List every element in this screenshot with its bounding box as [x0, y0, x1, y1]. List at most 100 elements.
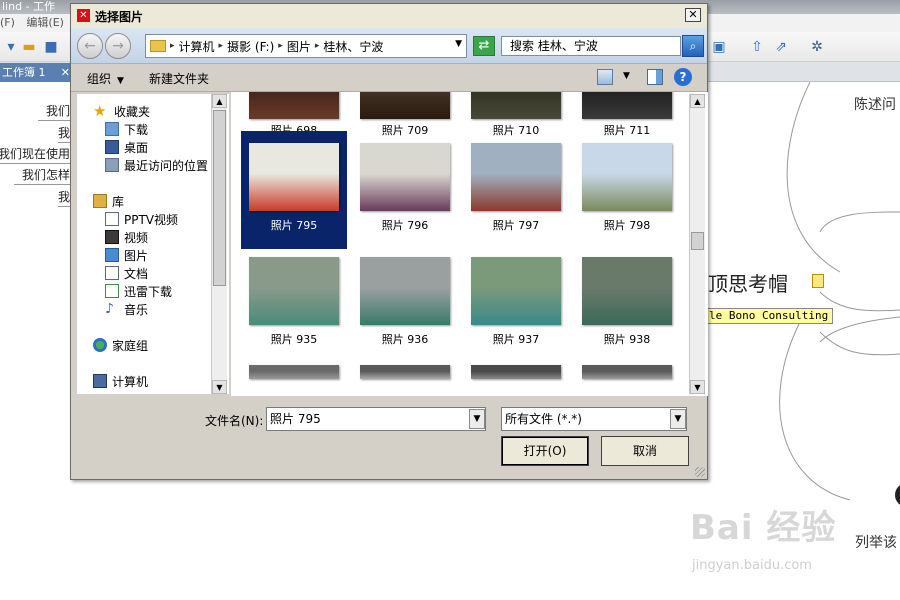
photo-thumbnail[interactable]: 照片 937: [463, 245, 569, 363]
mindmap-topic[interactable]: 陈述问: [854, 94, 896, 114]
view-mode-icon[interactable]: [597, 69, 613, 85]
nav-pptv-video[interactable]: PPTV视频: [105, 210, 178, 228]
mindmap-topic[interactable]: 我: [58, 188, 70, 205]
photo-thumbnail[interactable]: [574, 359, 680, 396]
filename-dropdown-icon[interactable]: ▼: [469, 409, 485, 429]
save-icon[interactable]: ■: [42, 38, 60, 56]
breadcrumb-separator-icon[interactable]: ▸: [315, 41, 320, 51]
content-scrollbar[interactable]: ▲ ▼: [689, 94, 705, 394]
nav-libraries[interactable]: 库: [93, 192, 124, 210]
nav-pictures[interactable]: 图片: [105, 246, 148, 264]
photo-thumbnail[interactable]: 照片 795: [241, 131, 347, 249]
nav-label: 库: [112, 194, 125, 209]
photo-thumbnail[interactable]: [463, 359, 569, 396]
dropdown-arrow-icon[interactable]: ▾: [2, 38, 20, 56]
address-bar[interactable]: ▸ 计算机 ▸ 摄影 (F:) ▸ 图片 ▸ 桂林、宁波 ▼: [145, 34, 467, 58]
file-type-select[interactable]: 所有文件 (*.*): [501, 407, 687, 431]
cancel-button[interactable]: 取消: [601, 436, 689, 466]
star-icon: ★: [93, 102, 107, 120]
filename-input[interactable]: 照片 795: [266, 407, 486, 431]
photo-image: [360, 92, 450, 119]
scrollbar-thumb[interactable]: [213, 110, 226, 286]
refresh-button[interactable]: ⇄: [473, 36, 495, 56]
photo-image: [249, 257, 339, 325]
photo-image: [360, 143, 450, 211]
topic-underline: [38, 120, 72, 121]
scroll-up-icon[interactable]: ▲: [690, 94, 705, 108]
close-button[interactable]: ✕: [685, 8, 701, 22]
upload-icon[interactable]: ⇧: [748, 38, 766, 56]
scroll-down-icon[interactable]: ▼: [212, 380, 227, 394]
breadcrumb-drive[interactable]: 摄影 (F:): [227, 38, 274, 55]
search-input[interactable]: 搜索 桂林、宁波: [501, 36, 681, 56]
nav-videos[interactable]: 视频: [105, 228, 148, 246]
breadcrumb-separator-icon[interactable]: ▸: [278, 41, 283, 51]
open-button[interactable]: 打开(O): [501, 436, 589, 466]
nav-desktop[interactable]: 桌面: [105, 138, 148, 156]
breadcrumb-computer[interactable]: 计算机: [179, 38, 215, 55]
mindmap-topic[interactable]: 我们现在使用: [0, 145, 70, 162]
settings-gear-icon[interactable]: ✲: [808, 38, 826, 56]
resize-grip-icon[interactable]: [695, 467, 705, 477]
mindmap-topic[interactable]: 列举该: [855, 532, 897, 552]
mindmap-topic[interactable]: 我们: [46, 102, 70, 119]
mindmap-topic[interactable]: 我: [58, 124, 70, 141]
tab-close-icon[interactable]: ✕: [61, 63, 70, 82]
scroll-up-icon[interactable]: ▲: [212, 94, 227, 108]
nav-homegroup[interactable]: 家庭组: [93, 336, 148, 354]
tab-workbook-1[interactable]: 工作簿 1 ✕: [0, 63, 72, 82]
nav-music[interactable]: ♪ 音乐: [105, 300, 148, 318]
photo-thumbnail[interactable]: 照片 796: [352, 131, 458, 249]
app-title: lind - 工作: [2, 0, 56, 13]
photo-thumbnail[interactable]: 照片 797: [463, 131, 569, 249]
scroll-down-icon[interactable]: ▼: [690, 380, 705, 394]
nav-documents[interactable]: 文档: [105, 264, 148, 282]
note-icon[interactable]: [812, 274, 824, 288]
mindmap-topic[interactable]: 我们怎样: [22, 166, 70, 183]
breadcrumb-separator-icon[interactable]: ▸: [170, 41, 175, 51]
search-icon[interactable]: ⌕: [682, 35, 704, 57]
nav-favorites[interactable]: ★ 收藏夹: [93, 102, 150, 120]
photo-thumbnail[interactable]: [241, 359, 347, 396]
navigation-row: ← → ▸ 计算机 ▸ 摄影 (F:) ▸ 图片 ▸ 桂林、宁波 ▼ ⇄ 搜索 …: [71, 28, 707, 64]
photo-image: [471, 365, 561, 379]
photo-thumbnail[interactable]: 照片 938: [574, 245, 680, 363]
breadcrumb-current-folder[interactable]: 桂林、宁波: [323, 38, 383, 55]
zoom-fit-icon[interactable]: ▣: [710, 38, 728, 56]
breadcrumb-pictures[interactable]: 图片: [287, 38, 311, 55]
photo-thumbnail[interactable]: 照片 798: [574, 131, 680, 249]
nav-computer[interactable]: 计算机: [93, 372, 148, 390]
forward-button[interactable]: →: [105, 33, 131, 59]
photo-image: [360, 365, 450, 379]
nav-label: 计算机: [112, 374, 149, 389]
nav-label: 桌面: [124, 140, 149, 155]
back-button[interactable]: ←: [77, 33, 103, 59]
nav-label: 音乐: [124, 302, 149, 317]
address-dropdown-icon[interactable]: ▼: [455, 39, 462, 49]
topic-underline: [14, 184, 72, 185]
photo-label: 照片 796: [381, 219, 429, 232]
new-folder-button[interactable]: 新建文件夹: [149, 70, 209, 87]
export-icon[interactable]: ⇗: [772, 38, 790, 56]
nav-pane-scrollbar[interactable]: ▲ ▼: [211, 94, 227, 394]
photo-thumbnail[interactable]: 照片 935: [241, 245, 347, 363]
folder-icon: [150, 40, 166, 52]
nav-downloads[interactable]: 下载: [105, 120, 148, 138]
breadcrumb-separator-icon[interactable]: ▸: [219, 41, 224, 51]
photo-thumbnail[interactable]: 照片 936: [352, 245, 458, 363]
help-icon[interactable]: ?: [674, 68, 692, 86]
photo-thumbnail[interactable]: [352, 359, 458, 396]
organize-menu[interactable]: 组织 ▼: [87, 70, 124, 87]
menu-file[interactable]: (F): [0, 16, 15, 29]
dialog-titlebar[interactable]: ✕ 选择图片 ✕: [71, 4, 707, 28]
nav-recent-places[interactable]: 最近访问的位置: [105, 156, 208, 174]
nav-thunder-downloads[interactable]: 迅雷下载: [105, 282, 172, 300]
view-mode-dropdown-icon[interactable]: ▼: [623, 71, 630, 81]
central-topic[interactable]: 顶思考帽: [708, 268, 788, 297]
preview-pane-icon[interactable]: [647, 69, 663, 85]
scrollbar-thumb[interactable]: [691, 232, 704, 250]
menu-edit[interactable]: 编辑(E): [26, 16, 64, 29]
file-type-dropdown-icon[interactable]: ▼: [670, 409, 686, 429]
open-folder-icon[interactable]: ▬: [20, 38, 38, 56]
nav-label: 图片: [124, 248, 149, 263]
